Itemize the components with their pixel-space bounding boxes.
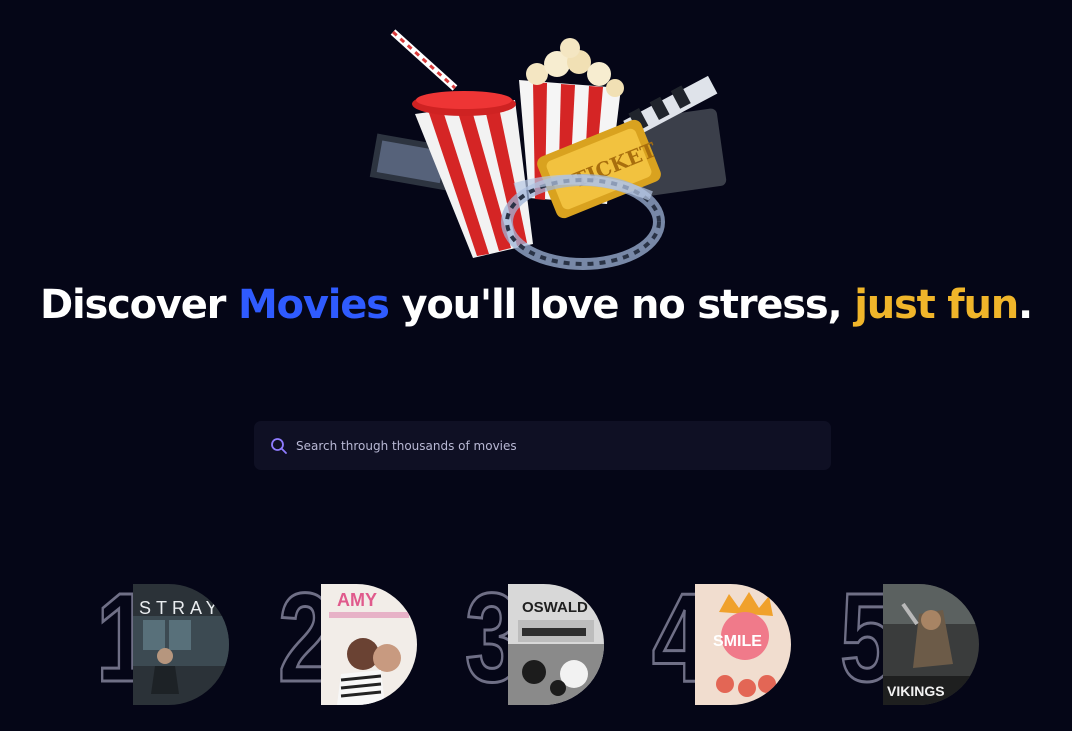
movie-poster-image: VIKINGS xyxy=(883,584,979,705)
headline-text: Discover xyxy=(39,282,238,328)
trending-movies-list: 1 STRAY 2 AMY 3 OSWALD 4 SMILE 5 VIKINGS xyxy=(0,566,1072,710)
headline-highlight-movies: Movies xyxy=(237,282,390,328)
hero-headline: Discover Movies you'll love no stress, j… xyxy=(0,276,1072,334)
movie-poster[interactable]: VIKINGS xyxy=(883,584,979,705)
movie-poster-image: SMILE xyxy=(695,584,791,705)
svg-text:VIKINGS: VIKINGS xyxy=(887,683,945,699)
trending-item[interactable]: 5 VIKINGS xyxy=(839,566,1040,710)
movie-poster[interactable]: SMILE xyxy=(695,584,791,705)
headline-highlight-fun: just fun xyxy=(854,282,1019,328)
trending-item[interactable]: 4 SMILE xyxy=(651,566,852,710)
search-bar[interactable] xyxy=(254,421,831,470)
trending-item[interactable]: 2 AMY xyxy=(277,566,478,710)
svg-text:OSWALD: OSWALD xyxy=(522,599,588,616)
svg-text:SMILE: SMILE xyxy=(713,633,762,650)
svg-text:STRAY: STRAY xyxy=(139,598,223,618)
movie-poster[interactable]: AMY xyxy=(321,584,417,705)
movie-poster-image: STRAY xyxy=(133,584,229,705)
movie-poster-image: OSWALD xyxy=(508,584,604,705)
search-icon xyxy=(270,437,288,455)
trending-item[interactable]: 1 STRAY xyxy=(95,566,296,710)
movie-poster[interactable]: OSWALD xyxy=(508,584,604,705)
svg-text:AMY: AMY xyxy=(337,590,377,610)
movie-poster[interactable]: STRAY xyxy=(133,584,229,705)
hero-illustration: TICKET xyxy=(365,18,735,280)
search-input[interactable] xyxy=(296,430,831,461)
trending-item[interactable]: 3 OSWALD xyxy=(464,566,665,710)
movie-poster-image: AMY xyxy=(321,584,417,705)
headline-text: you'll love no stress, xyxy=(388,282,855,328)
headline-text: . xyxy=(1018,282,1033,328)
